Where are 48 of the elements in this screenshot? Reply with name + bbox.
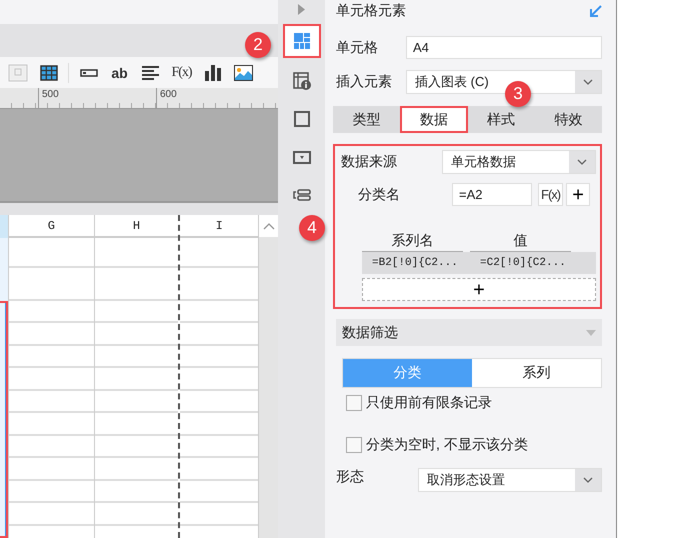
add-series-button[interactable]: + [362, 278, 596, 301]
layout-icon [292, 189, 310, 201]
ruler-label: 600 [160, 89, 177, 100]
section-title: 数据筛选 [342, 324, 398, 342]
formula-tool[interactable]: F(x) [171, 64, 192, 80]
field-label: 插入元素 [335, 73, 393, 91]
section-header[interactable]: 数据筛选 [336, 319, 602, 346]
cell-grid-icon [294, 33, 310, 49]
tab[interactable]: 特效 [534, 106, 602, 133]
column-header[interactable]: G [48, 218, 55, 232]
checkbox-label: 分类为空时, 不显示该分类 [366, 436, 528, 454]
checkbox[interactable] [346, 395, 362, 411]
panel-title: 单元格元素 [336, 2, 406, 20]
side-tab[interactable] [282, 24, 320, 58]
field-label: 数据来源 [340, 153, 398, 171]
square-icon [294, 111, 310, 127]
image-icon[interactable] [234, 64, 253, 80]
expand-arrow-icon[interactable] [298, 4, 305, 15]
column-header[interactable]: H [132, 218, 140, 232]
checkbox-label: 只使用前有限条记录 [366, 394, 492, 412]
table-cell[interactable]: =B2[!0]{C2... [362, 257, 463, 269]
text-field-icon[interactable] [80, 68, 98, 76]
dropdown-box-icon [292, 151, 310, 164]
field-label: 形态 [336, 468, 365, 486]
collapse-arrow-icon[interactable] [589, 4, 602, 18]
form-dropdown[interactable]: 取消形态设置 [418, 468, 602, 492]
table-icon[interactable] [40, 64, 58, 80]
chevron-up-icon [262, 222, 275, 230]
tab[interactable]: 数据 [400, 106, 468, 133]
text-tool[interactable]: ab [111, 64, 128, 80]
caret-icon [586, 330, 596, 336]
category-field[interactable]: =A2 [452, 183, 532, 206]
add-button[interactable]: + [566, 183, 590, 206]
table-info-icon [292, 72, 310, 90]
field-label: 单元格 [335, 38, 379, 56]
column-header[interactable]: I [216, 218, 223, 232]
ruler-label: 500 [42, 89, 59, 100]
cell-field[interactable]: A4 [406, 36, 602, 59]
align-left-icon[interactable] [142, 64, 159, 80]
tab[interactable]: 类型 [333, 106, 400, 133]
data-source-dropdown[interactable]: 单元格数据 [442, 150, 596, 174]
tab[interactable]: 样式 [468, 106, 535, 133]
scroll-up-button[interactable] [259, 215, 278, 237]
bar-chart-icon[interactable] [204, 64, 220, 80]
table-cell[interactable]: =C2[!0]{C2... [470, 257, 571, 269]
checkbox[interactable] [346, 437, 362, 453]
field-label: 分类名 [358, 186, 401, 204]
formula-button[interactable]: F(x) [538, 183, 564, 206]
